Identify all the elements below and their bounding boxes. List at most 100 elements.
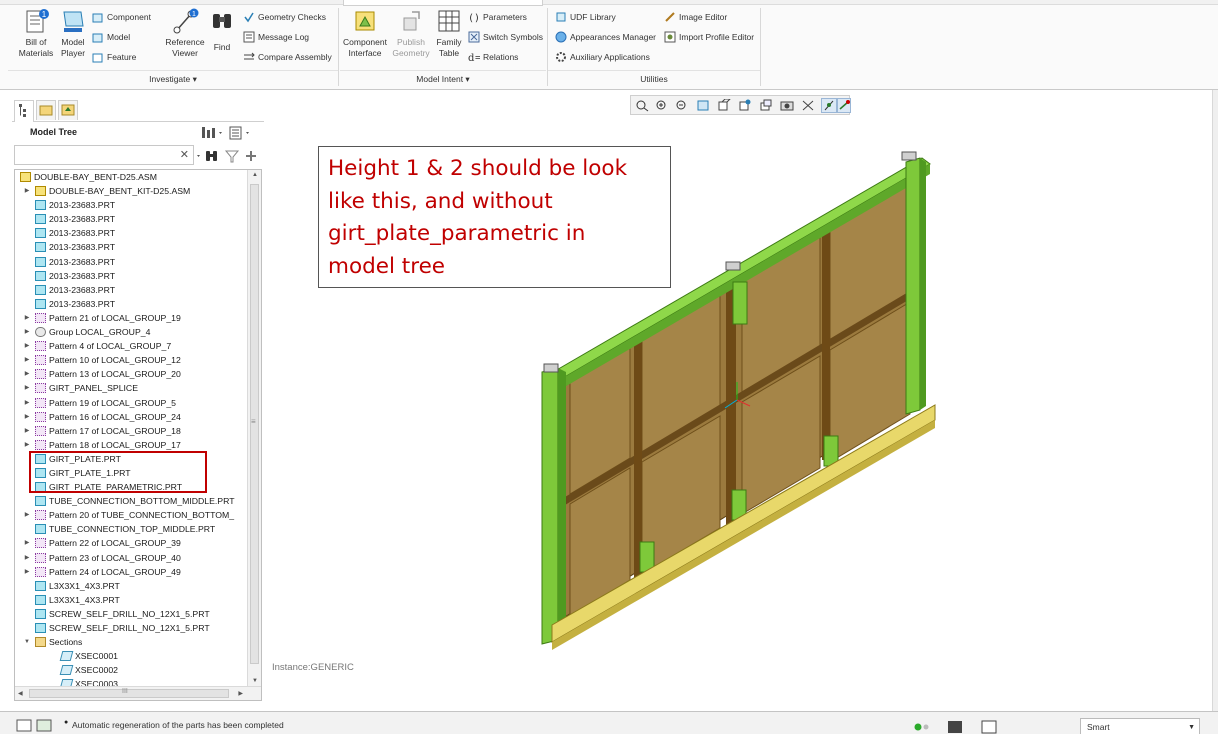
scroll-right-arrow[interactable]: ▶ — [238, 690, 243, 697]
tree-item[interactable]: DOUBLE-BAY_BENT-D25.ASM — [15, 170, 247, 184]
chevron-down-icon[interactable] — [246, 132, 249, 134]
tree-item[interactable]: SCREW_SELF_DRILL_NO_12X1_5.PRT — [15, 607, 247, 621]
tree-item[interactable]: ▶ Pattern 16 of LOCAL_GROUP_24 — [15, 410, 247, 424]
chevron-down-icon[interactable]: ▼ — [1188, 719, 1195, 734]
tree-item[interactable]: ▶ Pattern 10 of LOCAL_GROUP_12 — [15, 353, 247, 367]
tree-item[interactable]: TUBE_CONNECTION_TOP_MIDDLE.PRT — [15, 522, 247, 536]
parameters-button[interactable]: () Parameters — [468, 9, 527, 25]
tree-expand-arrow[interactable]: ▶ — [23, 381, 31, 395]
tree-item[interactable]: 2013-23683.PRT — [15, 255, 247, 269]
model-tree-tab[interactable] — [14, 100, 34, 122]
find-button[interactable]: Find — [202, 8, 242, 66]
tree-item[interactable]: XSEC0002 — [15, 663, 247, 677]
tree-expand-arrow[interactable]: ▶ — [23, 325, 31, 339]
tree-expand-arrow[interactable]: ▶ — [23, 551, 31, 565]
tree-horizontal-scrollbar[interactable]: ◀ III ▶ — [15, 686, 261, 700]
tree-expand-arrow[interactable]: ▶ — [23, 508, 31, 522]
message-log-button[interactable]: Message Log — [243, 29, 309, 45]
saved-orientations-icon[interactable] — [737, 98, 753, 113]
tree-item[interactable]: SCREW_SELF_DRILL_NO_12X1_5.PRT — [15, 621, 247, 635]
tree-expand-arrow[interactable]: ▶ — [23, 353, 31, 367]
tree-item[interactable]: ▶ Group LOCAL_GROUP_4 — [15, 325, 247, 339]
tree-item[interactable]: ▶ Pattern 17 of LOCAL_GROUP_18 — [15, 424, 247, 438]
view-manager-icon[interactable] — [758, 98, 774, 113]
tree-expand-arrow[interactable]: ▶ — [23, 311, 31, 325]
tree-item[interactable]: XSEC0003 — [15, 677, 247, 686]
display-style-icon[interactable] — [800, 98, 816, 113]
tree-item[interactable]: XSEC0001 — [15, 649, 247, 663]
reference-viewer-button[interactable]: 1 Reference Viewer — [163, 8, 207, 66]
scroll-up-arrow[interactable]: ▲ — [252, 172, 258, 178]
tree-item[interactable]: 2013-23683.PRT — [15, 212, 247, 226]
datum-display-icon[interactable] — [821, 98, 837, 113]
tree-item[interactable]: ▶ Pattern 18 of LOCAL_GROUP_17 — [15, 438, 247, 452]
scroll-down-arrow[interactable]: ▼ — [252, 678, 258, 684]
tree-item[interactable]: 2013-23683.PRT — [15, 198, 247, 212]
family-table-button[interactable]: Family Table — [427, 8, 471, 66]
repaint-icon[interactable] — [695, 98, 711, 113]
model-player-button[interactable]: Model Player — [51, 8, 95, 66]
tree-item[interactable]: 2013-23683.PRT — [15, 269, 247, 283]
tree-horizontal-scroll-thumb[interactable]: III — [29, 688, 229, 698]
tree-item[interactable]: 2013-23683.PRT — [15, 297, 247, 311]
tree-item[interactable]: 2013-23683.PRT — [15, 283, 247, 297]
refit-icon[interactable] — [634, 98, 650, 113]
tree-item[interactable]: ▶ GIRT_PANEL_SPLICE — [15, 381, 247, 395]
tree-item[interactable]: ▶ DOUBLE-BAY_BENT_KIT-D25.ASM — [15, 184, 247, 198]
tree-expand-arrow[interactable]: ▶ — [23, 410, 31, 424]
tree-item[interactable]: ▼ Sections — [15, 635, 247, 649]
tree-expand-arrow[interactable]: ▶ — [23, 565, 31, 579]
selection-filter-dropdown[interactable]: Smart ▼ — [1080, 718, 1200, 734]
appearances-manager-button[interactable]: Appearances Manager — [555, 29, 656, 45]
tree-expand-arrow[interactable]: ▶ — [23, 536, 31, 550]
tree-item[interactable]: TUBE_CONNECTION_BOTTOM_MIDDLE.PRT — [15, 494, 247, 508]
chevron-down-icon[interactable] — [219, 132, 222, 134]
component-interface-button[interactable]: Component Interface — [343, 8, 387, 66]
scroll-left-arrow[interactable]: ◀ — [18, 690, 23, 697]
tree-item[interactable]: ▶ Pattern 22 of LOCAL_GROUP_39 — [15, 536, 247, 550]
tree-vertical-scrollbar[interactable]: ▲ ≡ ▼ — [247, 170, 261, 686]
tree-columns-icon[interactable] — [229, 126, 242, 140]
tree-item[interactable]: L3X3X1_4X3.PRT — [15, 593, 247, 607]
favorites-tab[interactable] — [58, 100, 78, 120]
compare-assembly-button[interactable]: Compare Assembly — [243, 49, 332, 65]
udf-library-button[interactable]: UDF Library — [555, 9, 616, 25]
binoculars-icon[interactable] — [206, 151, 217, 161]
tree-item[interactable]: ▶ Pattern 19 of LOCAL_GROUP_5 — [15, 396, 247, 410]
tree-expand-arrow[interactable]: ▶ — [23, 424, 31, 438]
selection-box-icon[interactable] — [981, 720, 997, 734]
tree-item[interactable]: 2013-23683.PRT — [15, 240, 247, 254]
folder-browser-tab[interactable] — [36, 100, 56, 120]
tree-item[interactable]: ▶ Pattern 23 of LOCAL_GROUP_40 — [15, 551, 247, 565]
annotation-display-icon[interactable] — [837, 98, 851, 113]
component-button[interactable]: Component — [92, 9, 151, 25]
model-button[interactable]: Model — [92, 29, 130, 45]
active-tab-stub[interactable] — [343, 0, 543, 6]
tree-item[interactable]: ▶ Pattern 20 of TUBE_CONNECTION_BOTTOM_ — [15, 508, 247, 522]
tree-expand-arrow[interactable]: ▶ — [23, 438, 31, 452]
auxiliary-applications-button[interactable]: Auxiliary Applications — [555, 49, 650, 65]
tree-vertical-scroll-thumb[interactable]: ≡ — [250, 184, 259, 664]
chevron-down-icon[interactable] — [197, 155, 200, 157]
tree-expand-arrow[interactable]: ▶ — [23, 184, 31, 198]
tree-item[interactable]: ▶ Pattern 4 of LOCAL_GROUP_7 — [15, 339, 247, 353]
filter-icon[interactable] — [224, 150, 240, 163]
model-tree[interactable]: DOUBLE-BAY_BENT-D25.ASM ▶ DOUBLE-BAY_BENT_… — [14, 169, 262, 701]
image-editor-button[interactable]: Image Editor — [664, 9, 727, 25]
tree-search-input[interactable]: ✕ — [14, 145, 194, 165]
tree-item[interactable]: ▶ Pattern 13 of LOCAL_GROUP_20 — [15, 367, 247, 381]
tree-expand-arrow[interactable]: ▼ — [23, 635, 31, 649]
plus-icon[interactable] — [246, 151, 256, 161]
reorient-icon[interactable] — [716, 98, 732, 113]
navigator-toggle-icon[interactable] — [16, 719, 32, 732]
feature-button[interactable]: Feature — [92, 49, 136, 65]
browser-toggle-icon[interactable] — [36, 719, 52, 732]
investigate-group-label[interactable]: Investigate ▾ — [8, 70, 338, 86]
tree-item[interactable]: 2013-23683.PRT — [15, 226, 247, 240]
tree-expand-arrow[interactable]: ▶ — [23, 396, 31, 410]
binoculars-icon[interactable] — [948, 721, 962, 733]
tree-settings-icon[interactable] — [202, 127, 215, 138]
perspective-icon[interactable] — [779, 98, 795, 113]
zoom-out-icon[interactable] — [674, 98, 690, 113]
close-icon[interactable]: ✕ — [180, 148, 189, 161]
